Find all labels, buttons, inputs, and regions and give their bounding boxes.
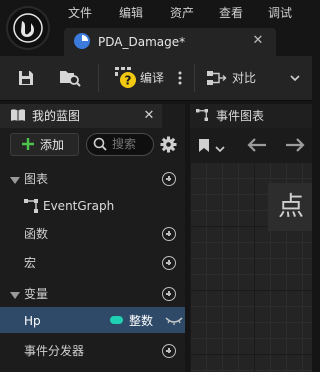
menu-file[interactable]: 文件 [68,4,92,22]
svg-text:?: ? [125,74,132,88]
event-graph-label: EventGraph [43,199,115,213]
save-icon[interactable] [17,69,35,90]
arrow-left-icon[interactable] [247,138,267,155]
menu-edit[interactable]: 编辑 [119,4,143,22]
graph-tab-icon [196,109,208,124]
menu-view[interactable]: 查看 [219,4,243,22]
compile-label[interactable]: 编译 [140,70,164,86]
event-graph-tab-label: 事件图表 [216,109,265,123]
unreal-logo-icon [13,13,43,43]
graphs-section-label: 图表 [24,172,49,186]
unreal-logo[interactable] [6,6,50,50]
variable-name: Hp [24,314,41,328]
functions-section-label: 函数 [24,227,49,241]
add-graph-icon[interactable] [162,172,176,186]
document-tab-label: PDA_Damage* [98,35,186,49]
collapse-arrow-icon[interactable] [10,289,20,303]
search-icon [93,137,107,154]
event-dispatchers-section-label: 事件分发器 [24,344,85,358]
collapse-arrow-icon[interactable] [10,174,20,188]
compile-options-icon[interactable] [177,70,183,86]
menu-asset[interactable]: 资产 [170,4,194,22]
gear-icon[interactable] [160,136,177,156]
add-button-label: 添加 [40,138,65,152]
graph-icon [24,199,38,216]
graph-hint-text: 点 [278,192,305,222]
variable-type-pill-icon [110,316,123,324]
chevron-down-icon[interactable] [215,142,225,156]
variable-type-label[interactable]: 整数 [129,313,153,329]
plus-icon [21,137,35,154]
compile-status-icon: ? [115,67,136,88]
variables-section-label: 变量 [24,287,49,301]
chevron-down-icon[interactable] [290,72,300,86]
visibility-eye-icon[interactable] [165,314,183,328]
search-input[interactable] [112,136,150,152]
add-event-dispatcher-icon[interactable] [162,344,176,358]
browse-asset-icon[interactable] [58,68,82,91]
toolbar-divider [98,64,99,92]
close-icon[interactable]: ✕ [143,108,155,124]
bookmark-icon[interactable] [198,138,210,156]
toolbar-divider [194,64,195,92]
diff-icon[interactable] [207,70,227,89]
close-icon[interactable]: ✕ [252,34,264,48]
menu-debug[interactable]: 调试 [268,4,292,22]
blueprint-asset-icon [74,33,90,52]
add-macro-icon[interactable] [162,256,176,270]
arrow-right-icon[interactable] [285,138,305,155]
compile-button[interactable]: ? [115,67,137,92]
my-blueprint-title: 我的蓝图 [32,109,81,123]
book-icon [10,108,26,125]
diff-label[interactable]: 对比 [232,70,256,86]
add-variable-icon[interactable] [162,287,176,301]
add-function-icon[interactable] [162,227,176,241]
macros-section-label: 宏 [24,256,37,270]
